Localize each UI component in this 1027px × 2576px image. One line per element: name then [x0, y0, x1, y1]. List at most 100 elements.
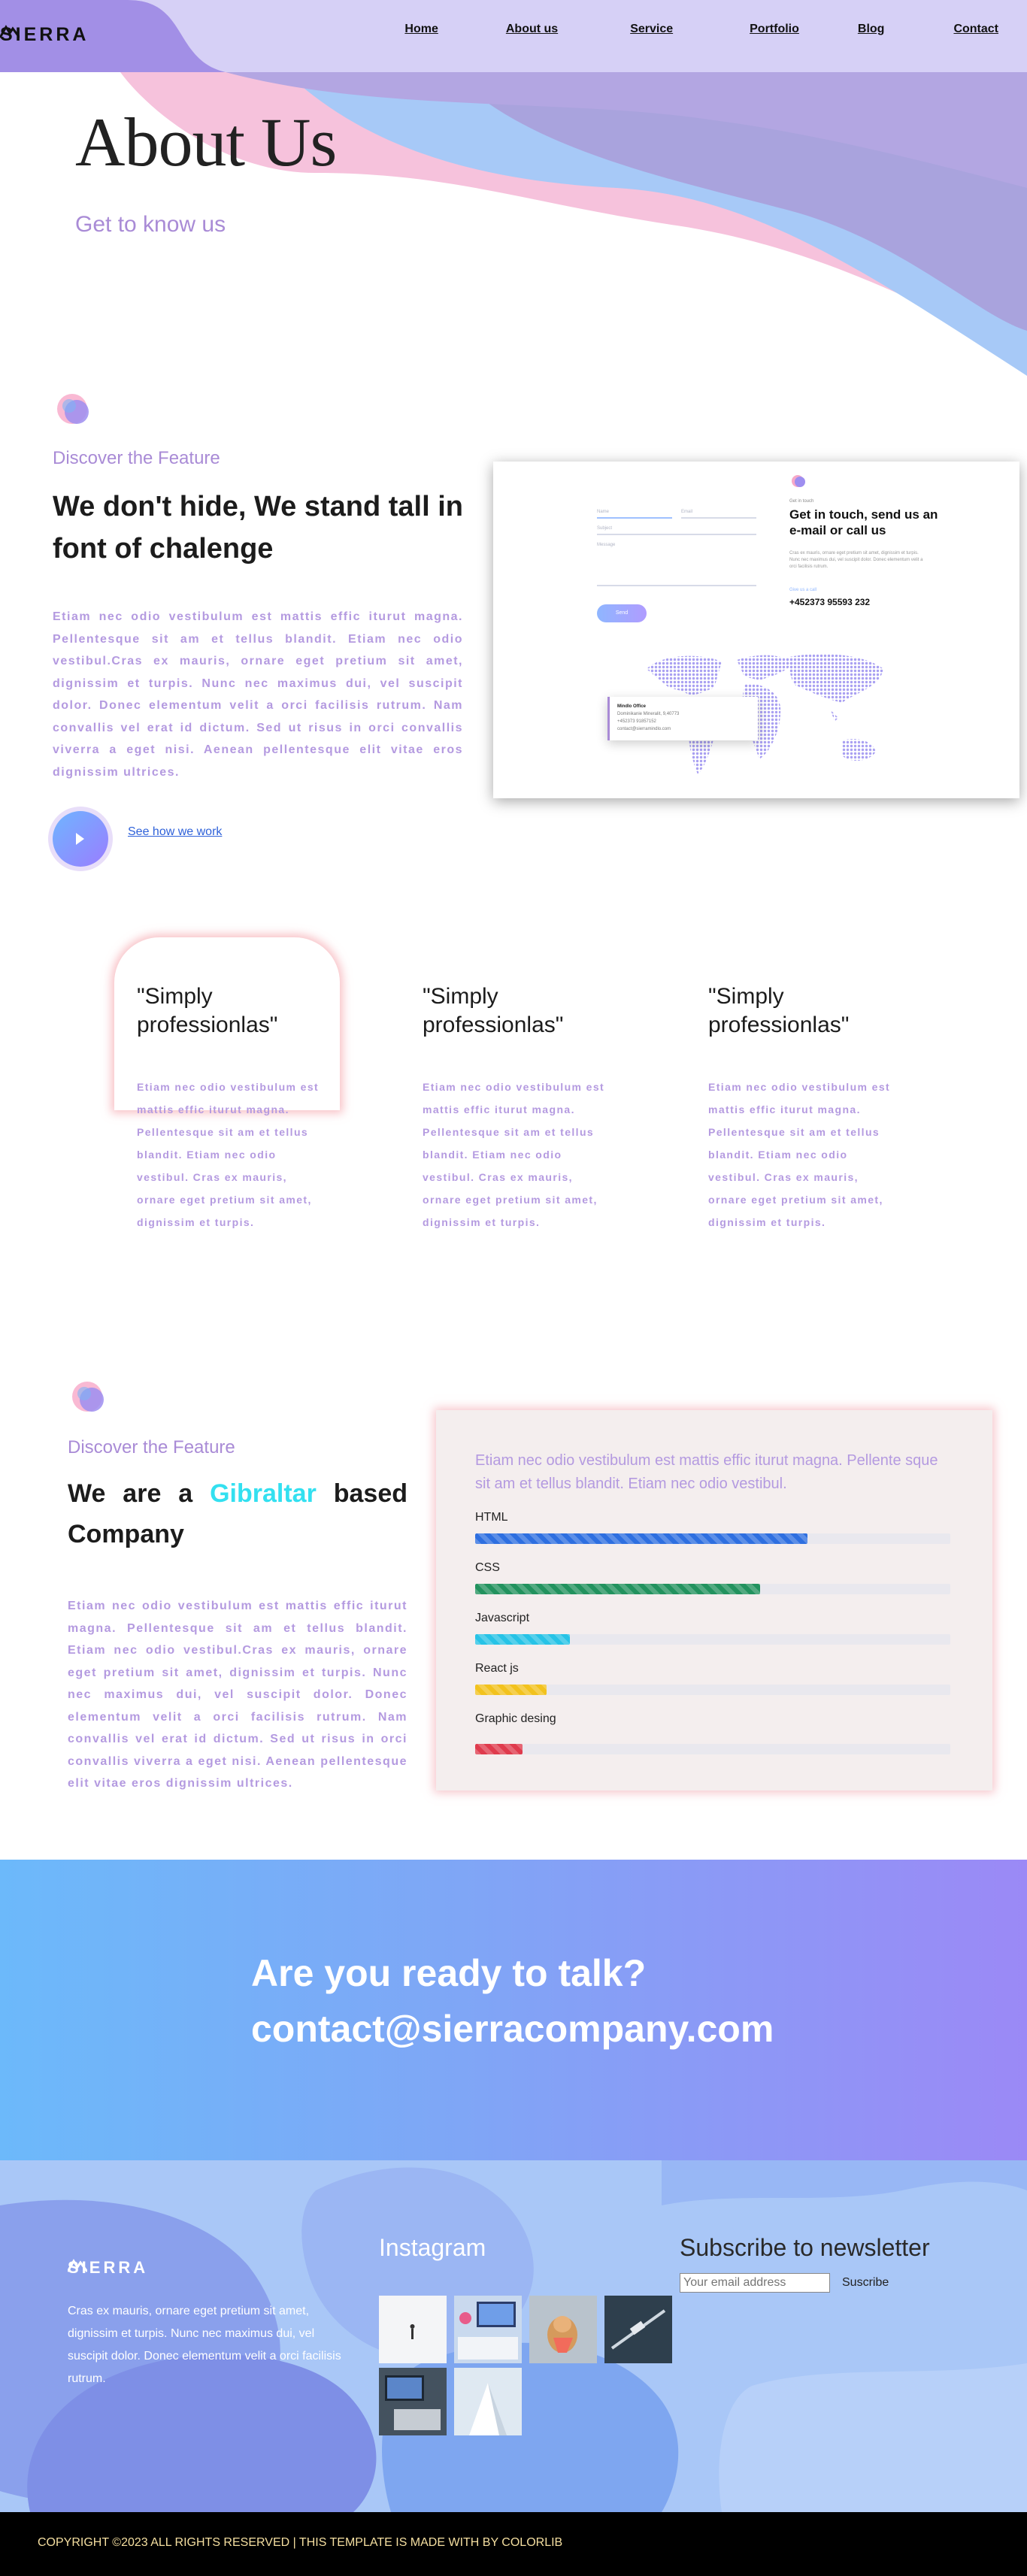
top-navigation: SIERRA Home About us Service Portfolio B…	[0, 0, 1027, 72]
heading-highlight: Gibraltar	[210, 1479, 317, 1508]
preview-email-field	[681, 517, 756, 519]
newsletter-heading: Subscribe to newsletter	[680, 2234, 930, 2261]
footer-logo[interactable]: SIERRA	[68, 2258, 148, 2278]
preview-office-phone: +452373 91857152	[617, 719, 656, 724]
skill-name: CSS	[475, 1561, 500, 1574]
service-card-3[interactable]: "Simply professionlas" Etiam nec odio ve…	[686, 937, 911, 1228]
skill-bar-graphic-design: Graphic desing	[475, 1712, 950, 1754]
feature-blob-icon	[72, 1382, 104, 1412]
copyright-text: COPYRIGHT ©2023 ALL RIGHTS RESERVED | TH…	[38, 2536, 563, 2549]
heading-text-start: We are a	[68, 1479, 193, 1508]
preview-send-button: Send	[597, 604, 647, 622]
preview-subject-field	[597, 534, 756, 535]
nav-link-contact[interactable]: Contact	[953, 23, 998, 36]
cta-email[interactable]: contact@sierracompany.com	[251, 2007, 774, 2051]
nav-link-portfolio[interactable]: Portfolio	[750, 23, 799, 36]
service-card-1[interactable]: "Simply professionlas" Etiam nec odio ve…	[114, 937, 340, 1228]
dog-image	[529, 2296, 597, 2363]
subscribe-button[interactable]: Suscribe	[842, 2276, 889, 2290]
cta-heading: Are you ready to talk?	[251, 1952, 647, 1994]
preview-office-card: Mindlo Office Dominikanie Mineralit, 9,4…	[607, 697, 758, 740]
person-standing-image	[410, 2324, 415, 2339]
preview-phone: +452373 95593 232	[789, 597, 871, 607]
feature-kicker: Discover the Feature	[53, 448, 220, 468]
skill-bar-css: CSS	[475, 1561, 950, 1594]
preview-name-field	[597, 517, 672, 519]
main-menu: Home About us Service Portfolio Blog Con…	[404, 23, 998, 36]
card-text: Etiam nec odio vestibulum est mattis eff…	[423, 1081, 605, 1228]
skill-name: HTML	[475, 1511, 508, 1524]
skill-track	[475, 1744, 950, 1754]
feature-heading: We are a Gibraltar based Company	[68, 1473, 407, 1554]
skill-fill	[475, 1634, 571, 1645]
nav-link-service[interactable]: Service	[630, 23, 673, 36]
feature-kicker: Discover the Feature	[68, 1437, 235, 1458]
preview-name-label: Name	[597, 510, 610, 514]
brand-logo[interactable]: SIERRA	[0, 24, 89, 46]
mountain-logo-icon	[0, 25, 20, 38]
preview-call-label: Give us a call	[789, 588, 817, 592]
nav-link-blog[interactable]: Blog	[858, 23, 885, 36]
feature-blob-icon	[57, 394, 89, 424]
call-to-action-banner: Are you ready to talk? contact@sierracom…	[0, 1860, 1027, 2160]
preview-office-email: contact@sierramindlo.com	[617, 727, 671, 731]
page-title: About Us	[75, 104, 337, 180]
preview-blob-icon	[792, 475, 805, 487]
space-station-image	[604, 2296, 672, 2363]
card-quote: "Simply professionlas"	[708, 984, 850, 1037]
laptop-image	[379, 2368, 447, 2435]
nav-link-about[interactable]: About us	[506, 23, 558, 36]
preview-subject-label: Subject	[597, 526, 613, 531]
card-quote: "Simply professionlas"	[137, 984, 278, 1037]
feature-heading: We don't hide, We stand tall in font of …	[53, 491, 463, 565]
preview-email-label: Email	[681, 510, 693, 514]
preview-office-address: Dominikanie Mineralit, 9,40773	[617, 712, 680, 716]
preview-paragraph: Cras ex mauris, ornare eget pretium sit …	[789, 551, 923, 569]
play-icon	[76, 833, 84, 845]
skill-fill	[475, 1685, 547, 1695]
nav-link-home[interactable]: Home	[404, 23, 438, 36]
instagram-photo-5[interactable]	[379, 2368, 447, 2435]
skill-track	[475, 1685, 950, 1695]
card-text: Etiam nec odio vestibulum est mattis eff…	[137, 1081, 320, 1228]
page-subtitle: Get to know us	[75, 212, 226, 237]
skill-bar-react: React js	[475, 1662, 950, 1695]
instagram-photo-3[interactable]	[529, 2296, 597, 2363]
workspace-desk-image	[454, 2296, 522, 2363]
skill-bar-javascript: Javascript	[475, 1612, 950, 1645]
skills-panel: Etiam nec odio vestibulum est mattis eff…	[436, 1410, 992, 1790]
feature-description: Etiam nec odio vestibulum est mattis eff…	[53, 610, 463, 779]
preview-kicker: Get in touch	[789, 499, 814, 504]
skill-name: Javascript	[475, 1612, 530, 1624]
preview-office-title: Mindlo Office	[617, 704, 646, 709]
instagram-photo-1[interactable]	[379, 2296, 447, 2363]
copyright-bar: COPYRIGHT ©2023 ALL RIGHTS RESERVED | TH…	[0, 2512, 1027, 2576]
instagram-photo-6[interactable]	[454, 2368, 522, 2435]
skill-name: Graphic desing	[475, 1712, 556, 1725]
mountain-logo-icon	[68, 2259, 87, 2272]
skill-fill	[475, 1584, 761, 1594]
hero-section: SIERRA Home About us Service Portfolio B…	[0, 0, 1027, 391]
preview-message-label: Message	[597, 543, 616, 547]
skills-intro: Etiam nec odio vestibulum est mattis eff…	[475, 1452, 938, 1492]
contact-page-preview: Name Email Subject Message Send Get in t…	[493, 462, 1019, 798]
see-how-we-work-link[interactable]: See how we work	[128, 825, 222, 839]
architecture-image	[454, 2368, 522, 2435]
feature-description: Etiam nec odio vestibulum est mattis eff…	[68, 1600, 407, 1790]
newsletter-form: Suscribe	[680, 2273, 889, 2293]
preview-title: Get in touch, send us an e-mail or call …	[789, 507, 938, 537]
instagram-heading: Instagram	[379, 2234, 486, 2261]
skill-track	[475, 1584, 950, 1594]
card-text: Etiam nec odio vestibulum est mattis eff…	[708, 1081, 891, 1228]
skill-fill	[475, 1744, 523, 1754]
skill-track	[475, 1634, 950, 1645]
play-video-button[interactable]	[53, 811, 108, 867]
instagram-photo-4[interactable]	[604, 2296, 672, 2363]
newsletter-email-input[interactable]	[680, 2273, 830, 2293]
service-card-2[interactable]: "Simply professionlas" Etiam nec odio ve…	[400, 937, 626, 1228]
footer-about-text: Cras ex mauris, ornare eget pretium sit …	[68, 2305, 341, 2385]
skill-fill	[475, 1533, 808, 1544]
card-quote: "Simply professionlas"	[423, 984, 564, 1037]
instagram-photo-2[interactable]	[454, 2296, 522, 2363]
skill-track	[475, 1533, 950, 1544]
